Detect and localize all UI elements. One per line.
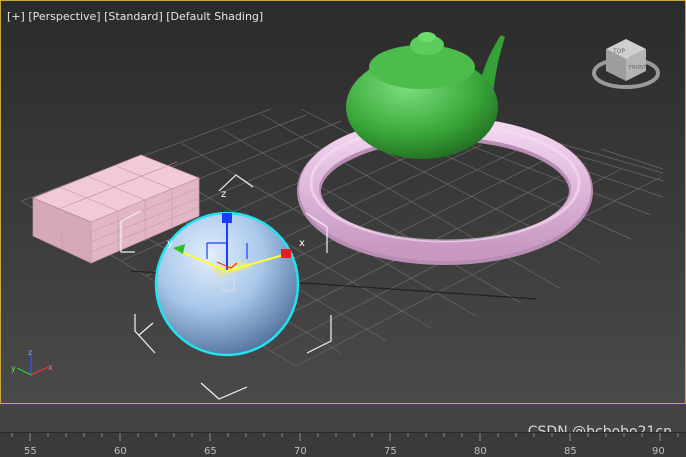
perspective-viewport[interactable]: z y x z x y TOP FRONT [+] [Perspective] … [0,0,686,404]
scene-canvas[interactable]: z y x z x y TOP FRONT [1,1,685,403]
viewport-label: [+] [Perspective] [Standard] [Default Sh… [7,10,263,23]
tripod-y-label: y [11,364,16,373]
timeline-tick-label: 70 [294,446,307,457]
timeline-tick-label: 90 [652,446,665,457]
gizmo-y-label: y [167,238,173,249]
viewcube[interactable]: TOP FRONT [592,39,660,89]
axis-tripod: z x y [11,348,53,376]
tripod-z-label: z [28,348,32,357]
timeline-tick-label: 55 [24,446,37,457]
timeline-tick-label: 80 [474,446,487,457]
viewcube-front-label: FRONT [629,65,647,71]
timeline-tick-label: 85 [564,446,577,457]
gizmo-x-label: x [299,238,305,249]
viewport-plus-menu[interactable]: [+] [7,10,25,23]
timeline-tick-label: 75 [384,446,397,457]
tripod-x-label: x [48,363,53,372]
viewcube-top-label: TOP [612,48,625,55]
viewport-mode-menu[interactable]: [Standard] [104,10,163,23]
timeline-ruler[interactable]: 55 60 65 70 75 80 85 90 [0,432,686,457]
gizmo-z-label: z [221,189,226,200]
timeline-tick-marks [11,433,679,441]
timeline-area[interactable]: CSDN @bcbobo21cn 55 60 65 70 75 80 85 90 [0,404,686,457]
viewport-shading-menu[interactable]: [Default Shading] [166,10,263,23]
timeline-tick-label: 60 [114,446,127,457]
timeline-tick-label: 65 [204,446,217,457]
viewport-view-menu[interactable]: [Perspective] [28,10,100,23]
